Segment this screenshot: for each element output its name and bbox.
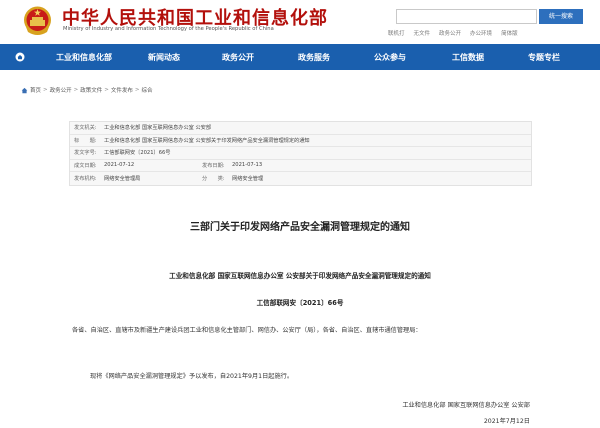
breadcrumb-separator: > <box>73 87 79 93</box>
breadcrumb-general[interactable]: 综合 <box>142 86 153 94</box>
meta-half: 发布日期: 2021-07-13 <box>202 162 330 169</box>
breadcrumb: 首页 > 政务公开 > 政策文件 > 文件发布 > 综合 <box>21 86 153 94</box>
article-issuers: 工业和信息化部 国家互联网信息办公室 公安部 <box>402 402 530 409</box>
top-link-2[interactable]: 无文件 <box>414 29 431 37</box>
meta-value: 2021-07-12 <box>104 161 135 168</box>
nav-item-topics[interactable]: 专题专栏 <box>508 52 580 63</box>
nav-item-data[interactable]: 工信数据 <box>428 52 508 63</box>
meta-half: 发布机构: 网络安全管理局 <box>74 175 202 182</box>
meta-half: 分 类: 网络安全管理 <box>202 175 330 182</box>
meta-row-dept: 发布机构: 网络安全管理局 分 类: 网络安全管理 <box>70 172 531 185</box>
article-date: 2021年7月12日 <box>483 418 530 425</box>
meta-value: 网络安全管理局 <box>104 175 141 182</box>
article-body: 现将《网络产品安全漏洞管理规定》予以发布，自2021年9月1日起施行。 <box>90 373 294 380</box>
top-link-5[interactable]: 简体版 <box>501 29 518 37</box>
meta-label: 标 题: <box>74 137 97 144</box>
meta-half: 成文日期: 2021-07-12 <box>74 162 202 169</box>
top-links: 联机打 无文件 政务公开 办公环境 简体版 <box>388 29 527 37</box>
breadcrumb-gov-open[interactable]: 政务公开 <box>50 86 72 94</box>
site-header: 中华人民共和国工业和信息化部 Ministry of Industry and … <box>0 0 600 44</box>
meta-value: 工业和信息化部 国家互联网信息办公室 公安部关于印发网络产品安全漏洞管理规定的通… <box>104 137 310 144</box>
nav-item-ministry[interactable]: 工业和信息化部 <box>40 52 128 63</box>
meta-label: 发文机关: <box>74 125 97 132</box>
main-nav: 工业和信息化部 新闻动态 政务公开 政务服务 公众参与 工信数据 专题专栏 <box>0 44 600 70</box>
breadcrumb-home[interactable]: 首页 <box>30 86 41 94</box>
article-doc-number: 工信部联网安〔2021〕66号 <box>256 299 344 307</box>
meta-row-title: 标 题: 工业和信息化部 国家互联网信息办公室 公安部关于印发网络产品安全漏洞管… <box>70 135 531 147</box>
search-input[interactable] <box>396 9 537 24</box>
meta-row-dates: 成文日期: 2021-07-12 发布日期: 2021-07-13 <box>70 160 531 172</box>
meta-value: 2021-07-13 <box>232 161 263 168</box>
breadcrumb-release[interactable]: 文件发布 <box>111 86 133 94</box>
top-link-3[interactable]: 政务公开 <box>439 29 461 37</box>
meta-value: 工业和信息化部 国家互联网信息办公室 公安部 <box>104 125 212 132</box>
search-button[interactable]: 统一搜索 <box>539 9 583 24</box>
top-link-1[interactable]: 联机打 <box>388 29 405 37</box>
meta-label: 成文日期: <box>74 162 97 169</box>
meta-label: 发布日期: <box>202 162 225 169</box>
article-heading: 工业和信息化部 国家互联网信息办公室 公安部关于印发网络产品安全漏洞管理规定的通… <box>169 272 431 280</box>
nav-home[interactable] <box>0 44 40 70</box>
nav-item-public[interactable]: 公众参与 <box>352 52 428 63</box>
breadcrumb-policy[interactable]: 政策文件 <box>80 86 102 94</box>
site-subtitle: Ministry of Industry and Information Tec… <box>63 26 274 32</box>
nav-item-gov-service[interactable]: 政务服务 <box>276 52 352 63</box>
home-icon <box>21 87 28 93</box>
document-meta-table: 发文机关: 工业和信息化部 国家互联网信息办公室 公安部 标 题: 工业和信息化… <box>69 121 532 186</box>
nav-item-gov-open[interactable]: 政务公开 <box>200 52 276 63</box>
breadcrumb-separator: > <box>104 87 109 93</box>
meta-label: 分 类: <box>202 175 225 182</box>
national-emblem-icon[interactable] <box>22 5 53 38</box>
meta-value: 网络安全管理 <box>232 175 264 182</box>
meta-row-number: 发文字号: 工信部联网安〔2021〕66号 <box>70 147 531 160</box>
nav-item-news[interactable]: 新闻动态 <box>128 52 200 63</box>
article-title: 三部门关于印发网络产品安全漏洞管理规定的通知 <box>190 222 410 233</box>
top-link-4[interactable]: 办公环境 <box>470 29 492 37</box>
meta-label: 发布机构: <box>74 175 97 182</box>
meta-row-issuer: 发文机关: 工业和信息化部 国家互联网信息办公室 公安部 <box>70 122 531 135</box>
meta-value: 工信部联网安〔2021〕66号 <box>104 150 171 157</box>
home-icon <box>15 52 25 62</box>
breadcrumb-separator: > <box>43 87 48 93</box>
meta-label: 发文字号: <box>74 150 97 157</box>
article-recipients: 各省、自治区、直辖市及新疆生产建设兵团工业和信息化主管部门、网信办、公安厅（局）… <box>72 327 422 334</box>
breadcrumb-separator: > <box>134 87 140 93</box>
